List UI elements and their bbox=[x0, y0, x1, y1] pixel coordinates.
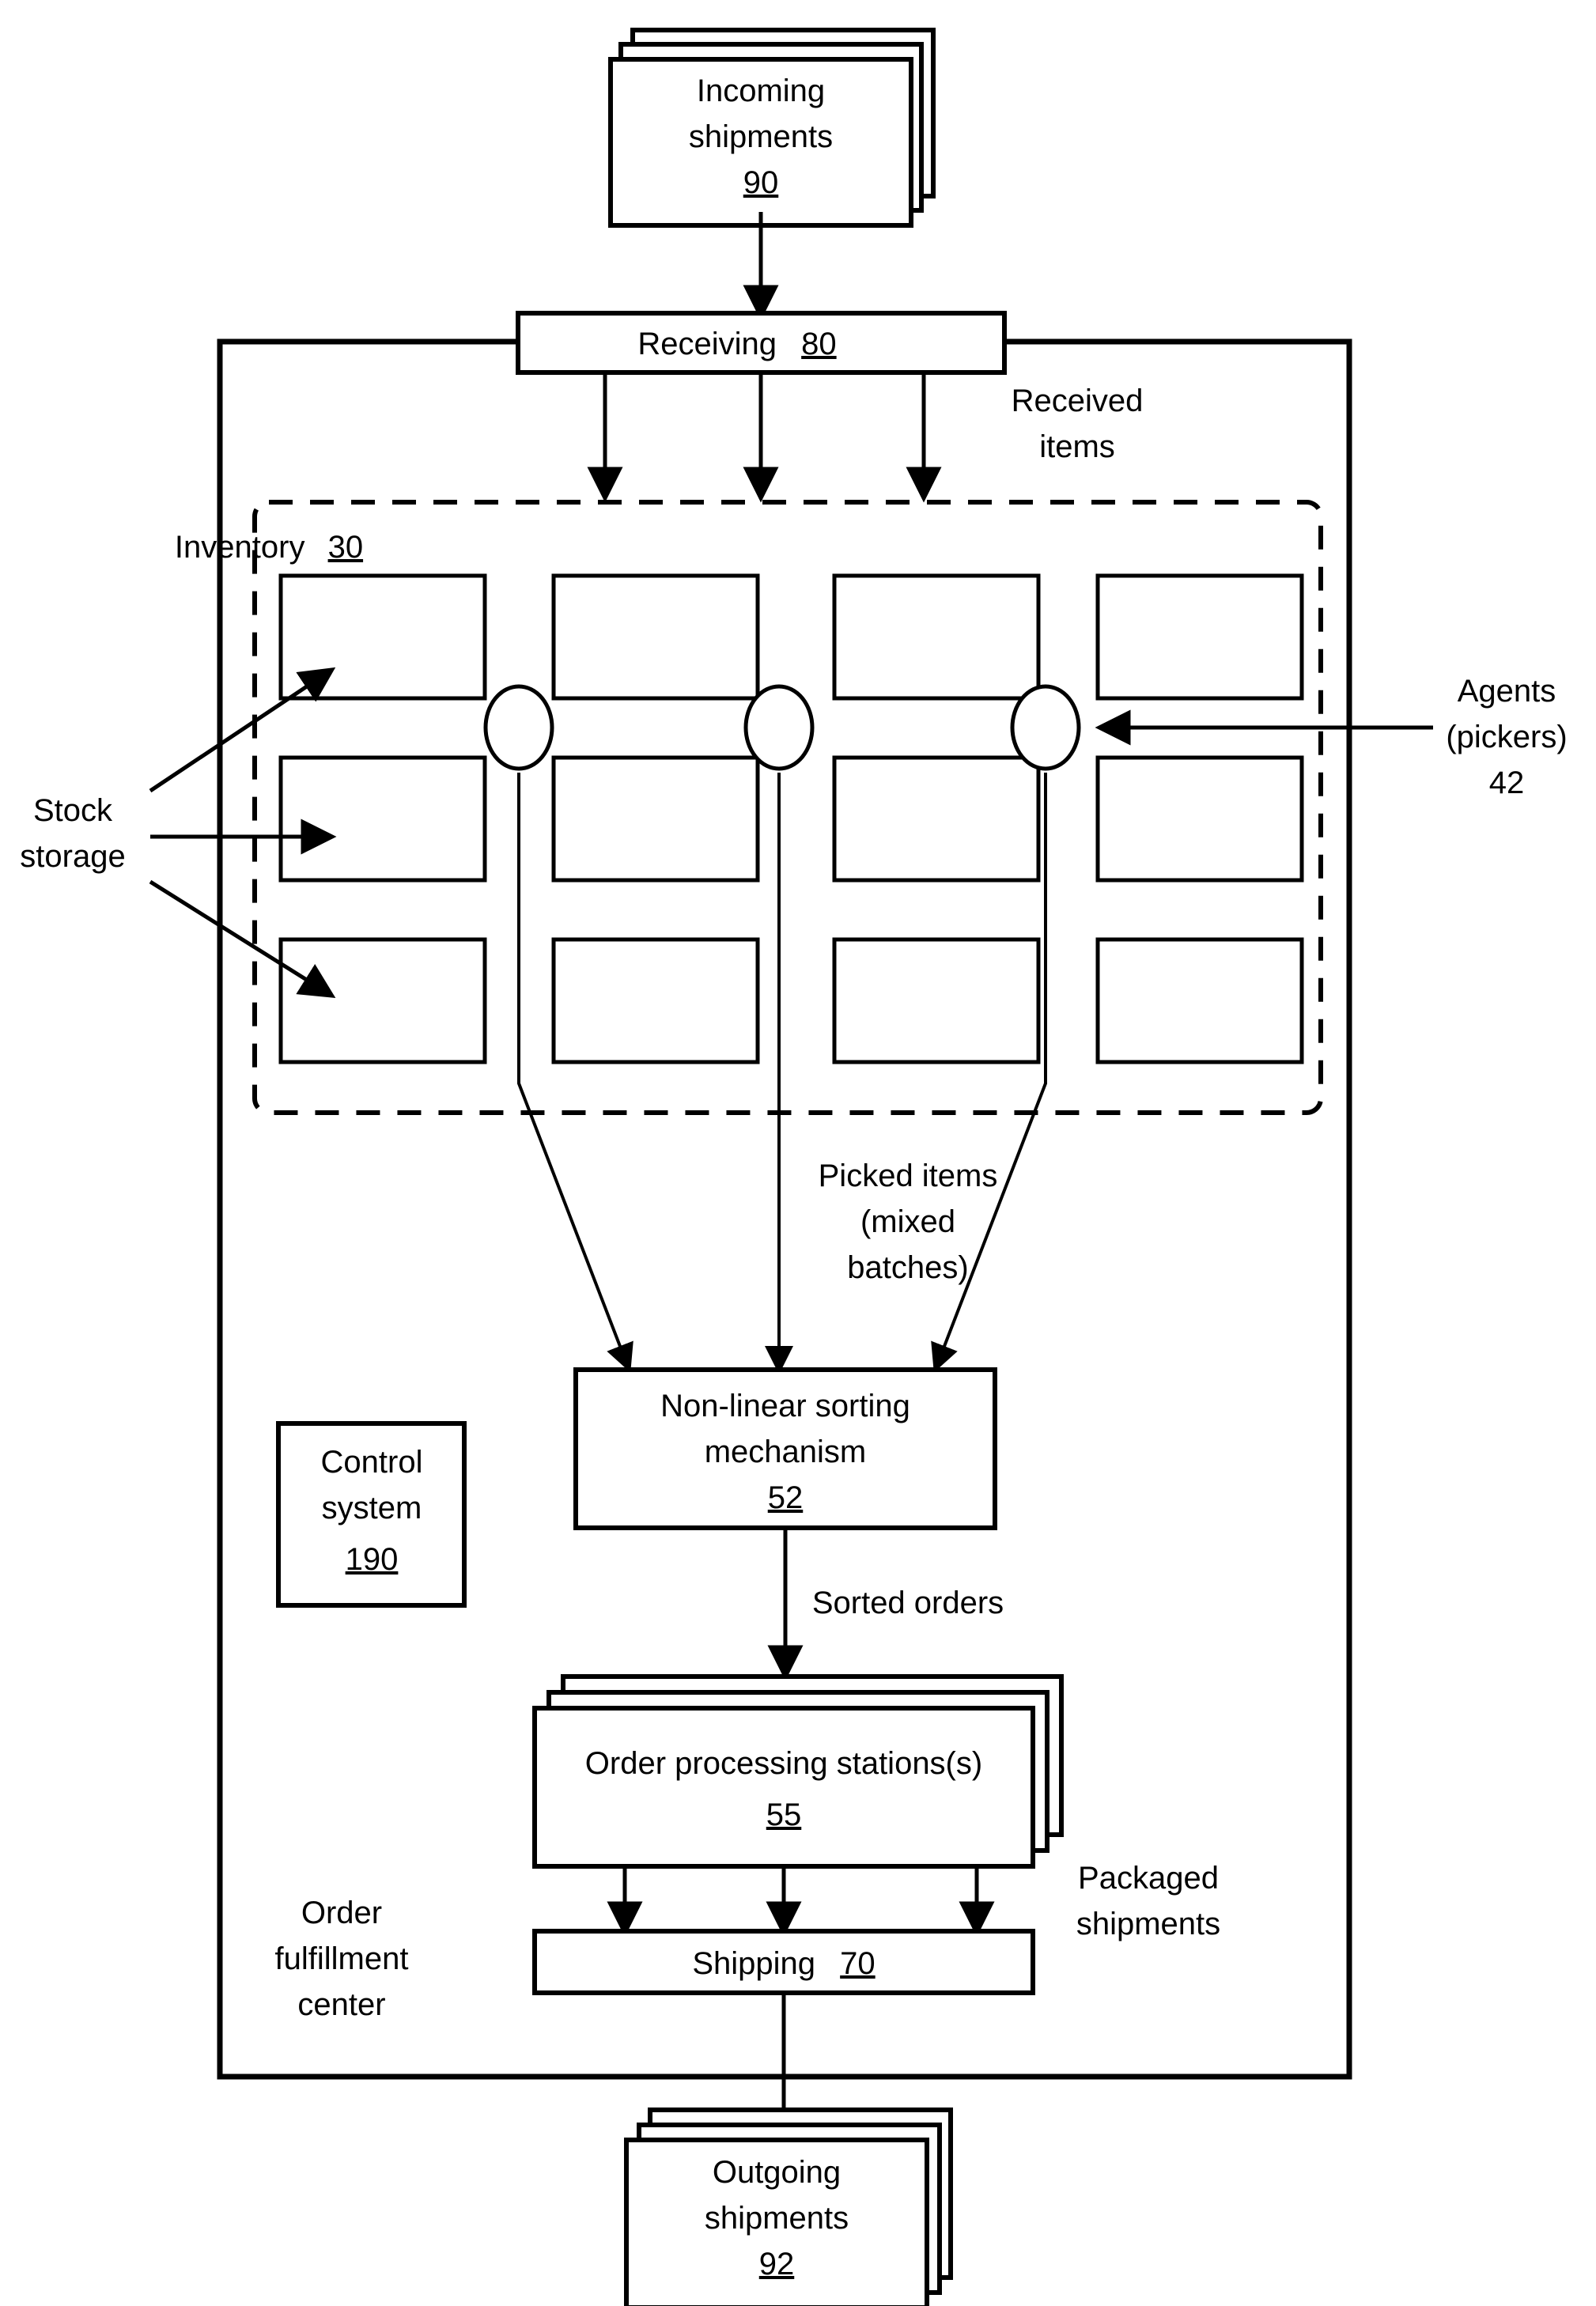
order-fulfillment-diagram: Incoming shipments 90 Receiving 80 Recei… bbox=[20, 28, 1568, 2306]
stock-storage-line2: storage bbox=[20, 839, 125, 874]
outgoing-shipments-line2: shipments bbox=[705, 2201, 849, 2236]
stock-storage-unit bbox=[832, 573, 1041, 701]
packaged-shipments-line2: shipments bbox=[1076, 1907, 1220, 1941]
shipping-label: Shipping bbox=[692, 1946, 815, 1981]
received-items-annotation: Received items bbox=[1012, 384, 1144, 464]
packaged-shipments-line1: Packaged bbox=[1078, 1861, 1219, 1896]
packaged-shipments-annotation: Packaged shipments bbox=[1076, 1861, 1220, 1941]
stock-storage-unit bbox=[832, 755, 1041, 883]
stock-storage-line1: Stock bbox=[33, 793, 113, 828]
flow-picked-items-to-sorting bbox=[607, 1340, 958, 1374]
agent-picker-icon bbox=[483, 684, 554, 771]
stock-storage-unit bbox=[551, 755, 760, 883]
received-items-line1: Received bbox=[1012, 384, 1144, 418]
inventory-label: Inventory bbox=[175, 530, 305, 565]
sorting-line2: mechanism bbox=[705, 1435, 867, 1469]
shipping-label-group: Shipping 70 bbox=[692, 1946, 875, 1981]
ofc-line3: center bbox=[297, 1987, 385, 2022]
control-system-line2: system bbox=[322, 1491, 422, 1525]
order-processing-label: Order processing stations(s) bbox=[585, 1746, 982, 1781]
receiving-label-group: Receiving 80 bbox=[637, 327, 836, 361]
received-items-line2: items bbox=[1039, 429, 1115, 464]
outgoing-shipments-line1: Outgoing bbox=[713, 2155, 841, 2190]
stock-storage-unit bbox=[1095, 755, 1304, 883]
receiving-ref: 80 bbox=[801, 327, 837, 361]
incoming-shipments-ref: 90 bbox=[743, 165, 779, 200]
sorting-line1: Non-linear sorting bbox=[660, 1389, 910, 1423]
sorting-mechanism-node: Non-linear sorting mechanism 52 bbox=[573, 1367, 997, 1530]
incoming-shipments-line1: Incoming bbox=[697, 74, 825, 108]
stock-storage-unit bbox=[1095, 937, 1304, 1064]
control-system-node: Control system 190 bbox=[276, 1421, 467, 1608]
agent-picker-icon bbox=[1010, 684, 1081, 771]
shipping-node: Shipping 70 bbox=[532, 1929, 1035, 1995]
shipping-ref: 70 bbox=[840, 1946, 876, 1981]
inventory-label-group: Inventory 30 bbox=[175, 530, 363, 565]
ofc-line1: Order bbox=[301, 1896, 382, 1930]
picked-items-line2: (mixed bbox=[860, 1204, 955, 1239]
agents-line2: (pickers) bbox=[1446, 720, 1567, 754]
outgoing-shipments-ref: 92 bbox=[759, 2247, 795, 2281]
order-fulfillment-center-caption: Order fulfillment center bbox=[275, 1896, 409, 2022]
stock-storage-unit bbox=[551, 937, 760, 1064]
ofc-line2: fulfillment bbox=[275, 1941, 409, 1976]
control-system-line1: Control bbox=[321, 1445, 423, 1480]
agent-picker-icon bbox=[743, 684, 815, 771]
sorting-ref: 52 bbox=[768, 1480, 804, 1515]
stock-storage-unit bbox=[278, 937, 487, 1064]
stock-storage-unit bbox=[551, 573, 760, 701]
picked-items-annotation: Picked items (mixed batches) bbox=[819, 1159, 998, 1285]
outgoing-shipments-node: Outgoing shipments 92 bbox=[624, 2108, 953, 2306]
inventory-ref: 30 bbox=[328, 530, 364, 565]
picked-items-line1: Picked items bbox=[819, 1159, 998, 1193]
figure-canvas: Incoming shipments 90 Receiving 80 Recei… bbox=[0, 0, 1596, 2306]
receiving-node: Receiving 80 bbox=[516, 311, 1007, 375]
agents-line1: Agents bbox=[1458, 674, 1556, 709]
order-processing-ref: 55 bbox=[766, 1798, 802, 1832]
flow-receiving-to-inventory bbox=[587, 372, 942, 503]
receiving-label: Receiving bbox=[637, 327, 777, 361]
stock-storage-unit bbox=[1095, 573, 1304, 701]
agents-ref: 42 bbox=[1489, 766, 1525, 800]
picked-items-line3: batches) bbox=[847, 1250, 968, 1285]
order-processing-node: Order processing stations(s) 55 bbox=[532, 1674, 1064, 1869]
stock-storage-unit bbox=[278, 755, 487, 883]
sorted-orders-label: Sorted orders bbox=[812, 1586, 1004, 1620]
stock-storage-unit bbox=[278, 573, 487, 701]
incoming-shipments-line2: shipments bbox=[689, 119, 833, 154]
control-system-ref: 190 bbox=[346, 1542, 399, 1577]
flow-order-processing-to-shipping bbox=[607, 1866, 995, 1937]
incoming-shipments-node: Incoming shipments 90 bbox=[608, 28, 936, 228]
stock-storage-grid bbox=[278, 573, 1304, 1064]
stock-storage-unit bbox=[832, 937, 1041, 1064]
